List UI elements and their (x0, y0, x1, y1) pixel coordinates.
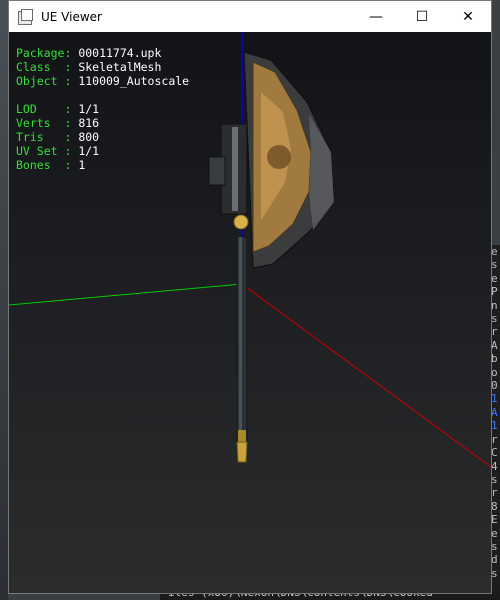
console-char: r (491, 325, 498, 339)
x-axis (241, 283, 491, 468)
console-char: 1 (491, 392, 498, 406)
info-uvset: UV Set : 1/1 (16, 144, 100, 158)
console-char: e (491, 245, 498, 258)
desktop-background (0, 0, 8, 600)
info-object: Object : 110009_Autoscale (16, 74, 190, 88)
console-char: d (491, 553, 498, 567)
maximize-button[interactable]: ☐ (399, 1, 445, 32)
ue-viewer-window[interactable]: UE Viewer — ☐ ✕ Package: 00011774.upk Cl… (8, 0, 492, 594)
window-title: UE Viewer (41, 9, 102, 24)
console-char: A (491, 338, 498, 352)
console-char: s (491, 312, 498, 326)
app-icon (17, 8, 33, 25)
console-char: e (491, 526, 498, 540)
console-char: s (491, 566, 498, 580)
console-char: o (491, 365, 498, 379)
3d-viewport[interactable]: Package: 00011774.upk Class : SkeletalMe… (9, 32, 491, 593)
console-char: n (491, 298, 498, 312)
console-char: s (491, 539, 498, 553)
title-bar[interactable]: UE Viewer — ☐ ✕ (9, 1, 491, 32)
info-verts: Verts : 816 (16, 116, 100, 130)
close-button[interactable]: ✕ (445, 1, 491, 32)
console-char: C (491, 446, 498, 460)
y-axis (9, 283, 243, 306)
console-char: 4 (491, 459, 498, 473)
mesh-info-overlay: Package: 00011774.upk Class : SkeletalMe… (16, 46, 189, 172)
axe-mesh (208, 51, 335, 463)
console-char: e (491, 271, 498, 285)
console-char: s (491, 258, 498, 272)
info-bones: Bones : 1 (16, 158, 86, 172)
console-char: s (491, 472, 498, 486)
console-char: A (491, 405, 498, 419)
info-tris: Tris : 800 (16, 130, 100, 144)
console-char: b (491, 352, 498, 366)
console-char: E (491, 513, 498, 527)
console-char: r (491, 486, 498, 500)
console-char: r (491, 432, 498, 446)
console-char: 1 (491, 419, 498, 433)
console-char: P (491, 285, 498, 299)
minimize-button[interactable]: — (353, 1, 399, 32)
info-package: Package: 00011774.upk (16, 46, 162, 60)
info-class: Class : SkeletalMesh (16, 60, 162, 74)
console-char: 0 (491, 379, 498, 393)
console-char: 8 (491, 499, 498, 513)
info-lod: LOD : 1/1 (16, 102, 100, 116)
